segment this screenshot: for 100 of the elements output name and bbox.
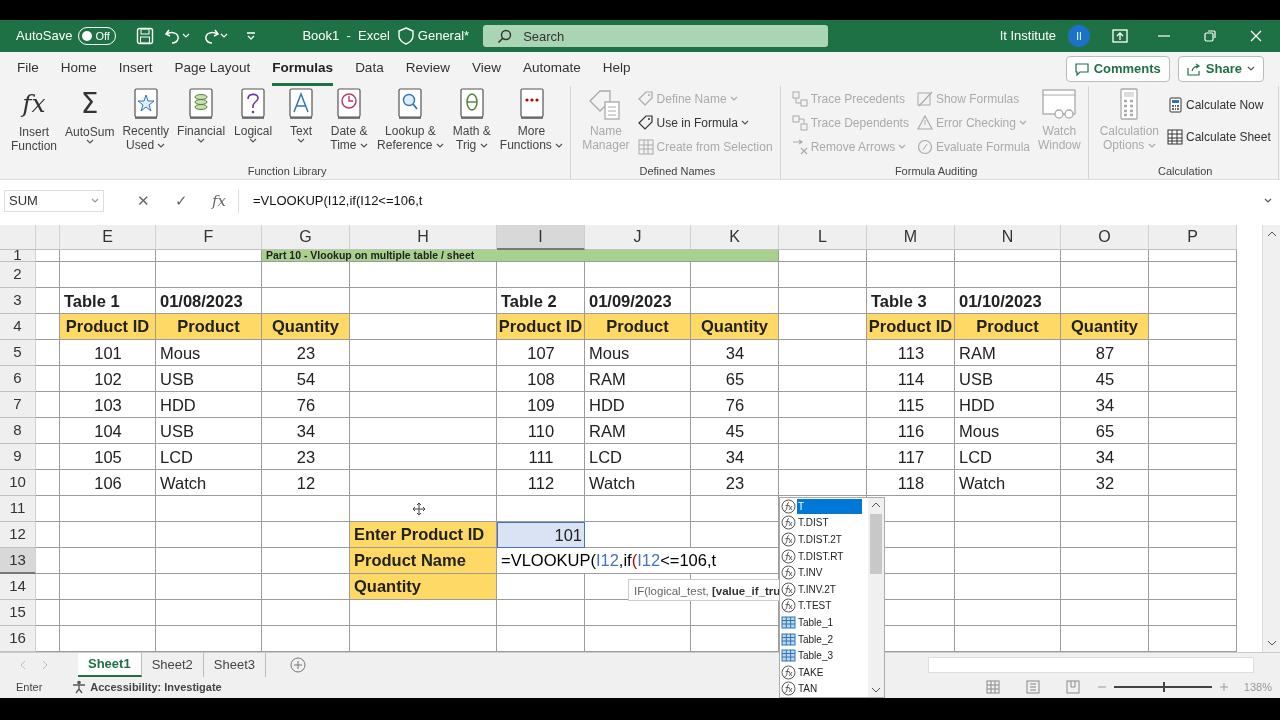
vertical-scrollbar[interactable]	[1262, 225, 1280, 652]
zoom-in-icon[interactable]	[1219, 683, 1228, 691]
scroll-down-icon[interactable]	[871, 687, 881, 693]
row-header[interactable]: 11	[0, 496, 36, 522]
ribbon-tab[interactable]: File	[17, 51, 39, 87]
column-header[interactable]: G	[262, 225, 350, 250]
ribbon-button[interactable]: Date & Time	[326, 86, 373, 153]
row-header[interactable]: 8	[0, 418, 36, 444]
column-header[interactable]: K	[691, 225, 779, 250]
row-header[interactable]: 1	[0, 250, 36, 262]
ribbon-tab[interactable]: Review	[405, 51, 450, 87]
autocomplete-item[interactable]: Table_2	[780, 630, 868, 648]
autocomplete-item[interactable]: T.DIST.2T	[780, 531, 868, 548]
autocomplete-item[interactable]: Table_1	[780, 614, 868, 631]
ribbon-tab[interactable]: Page Layout	[174, 51, 251, 87]
scrollbar[interactable]	[868, 498, 884, 697]
column-header[interactable]: J	[585, 225, 691, 250]
scroll-thumb[interactable]	[870, 514, 882, 574]
ribbon-button[interactable]: More Functions	[496, 86, 567, 153]
row-header[interactable]: 15	[0, 600, 36, 626]
row-header[interactable]: 3	[0, 288, 36, 314]
ribbon-button[interactable]: fx Insert Function	[8, 86, 61, 154]
scroll-up-icon[interactable]	[1266, 231, 1277, 237]
ribbon-display-icon[interactable]	[1112, 29, 1128, 43]
ribbon-button[interactable]: Calculate Sheet	[1164, 126, 1274, 148]
ribbon-button[interactable]: Calculate Now	[1164, 94, 1274, 116]
page-break-view-icon[interactable]	[1065, 680, 1080, 694]
row-header[interactable]: 6	[0, 366, 36, 392]
autocomplete-item[interactable]: TAKE	[780, 663, 868, 681]
column-header[interactable]: P	[1149, 225, 1237, 250]
row-header[interactable]: 4	[0, 314, 36, 340]
ribbon-button[interactable]: Text	[278, 86, 325, 145]
row-header[interactable]: 7	[0, 392, 36, 418]
scroll-down-icon[interactable]	[1266, 640, 1277, 646]
previous-sheet-icon[interactable]	[20, 659, 26, 670]
autocomplete-item[interactable]: T.INV	[780, 564, 868, 581]
accessibility-status[interactable]: Accessibility: Investigate	[90, 678, 222, 696]
autocomplete-item[interactable]: T.DIST.RT	[780, 547, 868, 565]
horizontal-scrollbar[interactable]	[928, 656, 1254, 673]
ribbon-tab[interactable]: Help	[602, 51, 631, 87]
column-header[interactable]: L	[779, 225, 867, 250]
column-header[interactable]: F	[156, 225, 262, 250]
ribbon-button[interactable]: Recently Used	[119, 86, 173, 153]
ribbon-tab[interactable]: View	[471, 51, 501, 87]
column-header[interactable]	[36, 225, 60, 250]
column-header[interactable]: O	[1061, 225, 1149, 250]
insert-function-button[interactable]: fx	[200, 188, 238, 214]
autocomplete-item[interactable]: Table_3	[780, 647, 868, 664]
row-header[interactable]: 5	[0, 340, 36, 366]
row-header[interactable]: 2	[0, 262, 36, 288]
restore-icon[interactable]	[1204, 30, 1216, 42]
autocomplete-item[interactable]: T.INV.2T	[780, 580, 868, 598]
cancel-button[interactable]: ✕	[124, 188, 162, 214]
row-header[interactable]: 9	[0, 444, 36, 470]
ribbon-tab[interactable]: Automate	[522, 51, 581, 87]
row-header[interactable]: 13	[0, 548, 36, 574]
ribbon-tab[interactable]: Home	[60, 51, 97, 87]
accessibility-icon[interactable]	[72, 680, 87, 694]
formula-input[interactable]: =VLOOKUP(I12,if(I12<=106,t	[238, 189, 1256, 213]
name-box[interactable]: SUM	[4, 190, 104, 212]
sheet-tab[interactable]: Sheet1	[78, 652, 142, 677]
ribbon-button[interactable]: Use in Formula	[634, 112, 776, 134]
row-header[interactable]: 12	[0, 522, 36, 548]
comments-button[interactable]: Comments	[1065, 56, 1170, 82]
ribbon-button[interactable]: Financial	[174, 86, 229, 145]
ribbon-button[interactable]: Logical	[230, 86, 277, 145]
normal-view-icon[interactable]	[985, 680, 1000, 694]
page-layout-view-icon[interactable]	[1025, 680, 1040, 694]
sensitivity-label[interactable]: General*	[417, 26, 470, 46]
scroll-up-icon[interactable]	[871, 502, 881, 508]
table-cell[interactable]: 101	[497, 522, 585, 548]
autocomplete-item[interactable]: TAN	[780, 680, 868, 698]
close-icon[interactable]	[1250, 30, 1262, 42]
search-field[interactable]: Search	[483, 25, 829, 47]
share-button[interactable]: Share	[1177, 56, 1264, 82]
row-header[interactable]: 14	[0, 574, 36, 600]
column-header[interactable]: E	[60, 225, 156, 250]
enter-button[interactable]: ✓	[162, 188, 200, 214]
row-header[interactable]: 16	[0, 626, 36, 652]
column-header[interactable]: N	[955, 225, 1061, 250]
column-header[interactable]: M	[867, 225, 955, 250]
zoom-thumb[interactable]	[1162, 682, 1165, 692]
customize-icon[interactable]	[246, 31, 257, 41]
table-cell-text: 45	[1094, 368, 1116, 390]
select-all-corner[interactable]	[0, 225, 36, 250]
ribbon-tab[interactable]: Insert	[118, 51, 153, 87]
next-sheet-icon[interactable]	[42, 659, 48, 670]
ribbon-button[interactable]: Σ AutoSum	[62, 86, 118, 146]
ribbon-button[interactable]: Math & Trig	[448, 86, 495, 153]
column-header[interactable]: H	[350, 225, 497, 250]
redo-icon[interactable]	[202, 27, 221, 45]
add-sheet-icon[interactable]	[290, 656, 307, 673]
ribbon-tab[interactable]: Data	[355, 51, 384, 87]
row-header[interactable]: 10	[0, 470, 36, 496]
autocomplete-item[interactable]: T.DIST	[780, 514, 868, 532]
avatar[interactable]: II	[1068, 25, 1090, 47]
save-icon[interactable]	[136, 27, 155, 45]
ribbon-button[interactable]: Lookup & Reference	[374, 86, 447, 153]
column-header[interactable]: I	[497, 225, 585, 250]
autocomplete-item[interactable]: T.TEST	[780, 597, 868, 615]
